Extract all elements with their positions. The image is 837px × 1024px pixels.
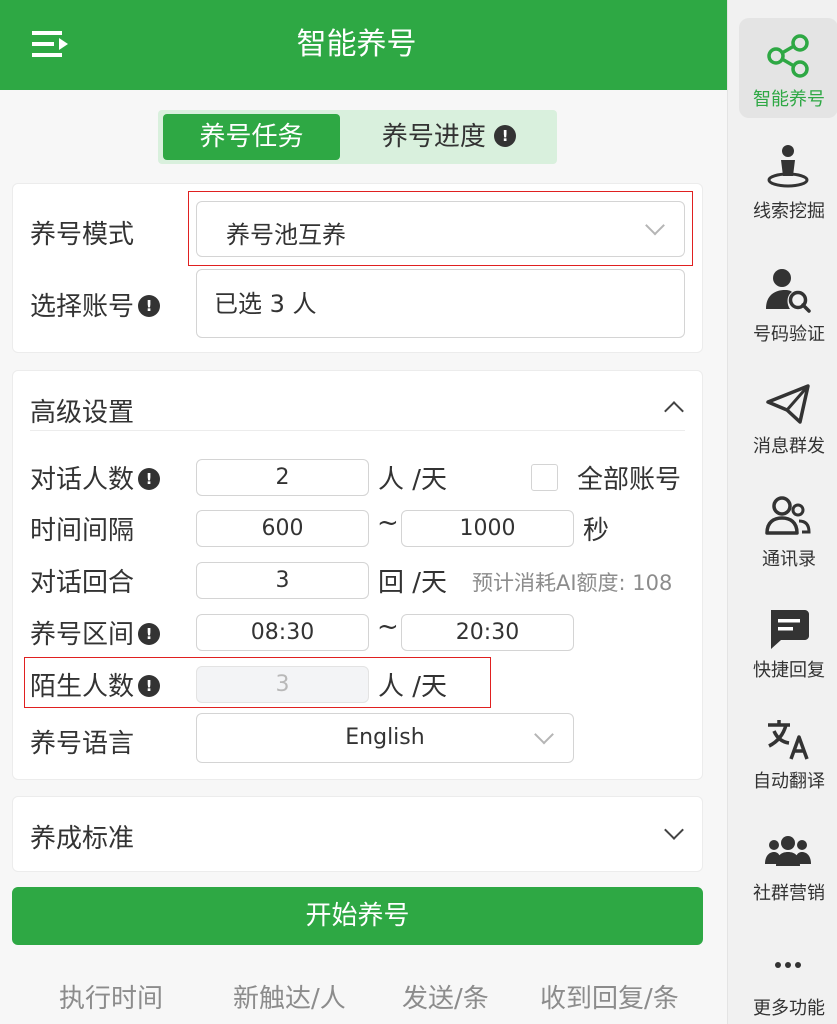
nav-contacts[interactable]: 通讯录 xyxy=(728,448,837,570)
all-accounts-checkbox[interactable] xyxy=(531,464,558,491)
language-label: 养号语言 xyxy=(30,729,135,759)
account-selector[interactable]: 已选 3 人 xyxy=(196,269,685,338)
nav-label: 社群营销 xyxy=(753,883,825,904)
stat-received: 收到回复/条 xyxy=(540,984,679,1014)
stranger-count-input[interactable]: 3 xyxy=(196,666,369,703)
nav-label: 线索挖掘 xyxy=(753,201,825,222)
nav-label: 智能养号 xyxy=(753,89,825,110)
nav-more-features[interactable]: 更多功能 xyxy=(728,922,837,1024)
more-dots-icon xyxy=(775,962,801,968)
chat-bubble-icon xyxy=(771,610,809,649)
paper-plane-icon xyxy=(766,384,810,424)
divider xyxy=(30,430,685,431)
interval-unit: 秒 xyxy=(583,516,610,546)
chevron-down-icon xyxy=(645,215,665,236)
interval-max-input[interactable]: 1000 xyxy=(401,510,574,547)
stranger-count-unit: 人 /天 xyxy=(378,672,448,702)
info-icon[interactable]: ! xyxy=(138,622,161,645)
rounds-input[interactable]: 3 xyxy=(196,562,369,599)
nav-community-marketing[interactable]: 社群营销 xyxy=(728,782,837,904)
user-search-icon xyxy=(766,269,811,313)
info-icon[interactable]: ! xyxy=(494,124,517,147)
menu-collapse-icon xyxy=(32,31,68,57)
group-icon xyxy=(765,836,811,866)
nav-smart-nurture[interactable]: 智能养号 xyxy=(728,0,837,118)
translate-icon xyxy=(768,720,809,760)
account-selector-value: 已选 3 人 xyxy=(214,290,317,318)
time-range-separator: ~ xyxy=(377,612,399,642)
chat-count-label-text: 对话人数 xyxy=(30,465,135,495)
rounds-unit: 回 /天 xyxy=(378,568,448,598)
time-range-label: 养号区间! xyxy=(30,614,161,651)
interval-min-input[interactable]: 600 xyxy=(196,510,369,547)
stat-new-reach: 新触达/人 xyxy=(233,984,346,1014)
chat-count-unit: 人 /天 xyxy=(378,465,448,495)
contacts-icon xyxy=(765,496,811,535)
account-label: 选择账号! xyxy=(30,286,161,323)
info-icon[interactable]: ! xyxy=(138,467,161,490)
interval-label: 时间间隔 xyxy=(30,516,135,546)
stat-sent: 发送/条 xyxy=(402,984,489,1014)
chevron-up-icon[interactable] xyxy=(664,401,684,421)
standard-card[interactable]: 养成标准 xyxy=(12,796,703,872)
stranger-count-label: 陌生人数! xyxy=(30,666,161,703)
nav-mass-message[interactable]: 消息群发 xyxy=(728,337,837,457)
standard-title: 养成标准 xyxy=(30,824,135,854)
app-root: 智能养号 养号任务 养号进度 ! 养号模式 养号池互养 选择账号! 已选 3 人… xyxy=(0,0,837,1024)
advanced-settings-card: 高级设置 对话人数! 2 人 /天 全部账号 时间间隔 600 ~ 1000 秒… xyxy=(12,370,703,780)
nav-auto-translate[interactable]: 自动翻译 xyxy=(728,670,837,792)
chevron-down-icon[interactable] xyxy=(664,820,684,840)
main-panel: 养号任务 养号进度 ! 养号模式 养号池互养 选择账号! 已选 3 人 高级设置… xyxy=(0,90,727,1024)
nav-label: 更多功能 xyxy=(753,998,825,1019)
info-icon[interactable]: ! xyxy=(138,674,161,697)
chevron-down-icon xyxy=(534,724,554,745)
nav-quick-reply[interactable]: 快捷回复 xyxy=(728,559,837,681)
mode-select-value: 养号池互养 xyxy=(226,221,346,249)
advanced-title: 高级设置 xyxy=(30,398,135,428)
time-range-label-text: 养号区间 xyxy=(30,620,135,650)
mode-label: 养号模式 xyxy=(30,220,135,250)
stats-header: 执行时间 新触达/人 发送/条 收到回复/条 xyxy=(0,978,727,1018)
app-header: 智能养号 xyxy=(0,0,727,90)
all-accounts-label: 全部账号 xyxy=(577,465,682,495)
language-select-value: English xyxy=(345,725,425,750)
basic-settings-card: 养号模式 养号池互养 选择账号! 已选 3 人 xyxy=(12,183,703,353)
ai-quota-estimate: 预计消耗AI额度: 108 xyxy=(472,571,673,595)
task-tabs: 养号任务 养号进度 ! xyxy=(158,110,557,164)
menu-collapse-button[interactable] xyxy=(32,28,70,60)
side-nav: 智能养号 线索挖掘 号码验证 消息群发 通讯录 快捷回复 自动翻译 社群营销 更… xyxy=(727,0,837,1024)
language-select[interactable]: English xyxy=(196,713,574,763)
interval-separator: ~ xyxy=(377,508,399,538)
chat-count-label: 对话人数! xyxy=(30,459,161,496)
tab-progress-label: 养号进度 xyxy=(381,122,486,152)
tab-task-label: 养号任务 xyxy=(199,122,304,152)
start-button[interactable]: 开始养号 xyxy=(12,887,703,945)
chat-count-input[interactable]: 2 xyxy=(196,459,369,496)
user-location-icon xyxy=(767,145,809,188)
nav-number-verify[interactable]: 号码验证 xyxy=(728,225,837,345)
stranger-count-label-text: 陌生人数 xyxy=(30,672,135,702)
time-range-end-input[interactable]: 20:30 xyxy=(401,614,574,651)
page-title: 智能养号 xyxy=(296,27,417,62)
rounds-label: 对话回合 xyxy=(30,568,135,598)
account-label-text: 选择账号 xyxy=(30,292,135,322)
tab-progress[interactable]: 养号进度 ! xyxy=(346,114,552,160)
share-nodes-icon xyxy=(767,34,809,78)
nav-lead-mining[interactable]: 线索挖掘 xyxy=(728,112,837,222)
info-icon[interactable]: ! xyxy=(138,294,161,317)
tab-task[interactable]: 养号任务 xyxy=(163,114,340,160)
time-range-start-input[interactable]: 08:30 xyxy=(196,614,369,651)
stat-exec-time: 执行时间 xyxy=(59,984,164,1014)
mode-select[interactable]: 养号池互养 xyxy=(196,201,685,257)
